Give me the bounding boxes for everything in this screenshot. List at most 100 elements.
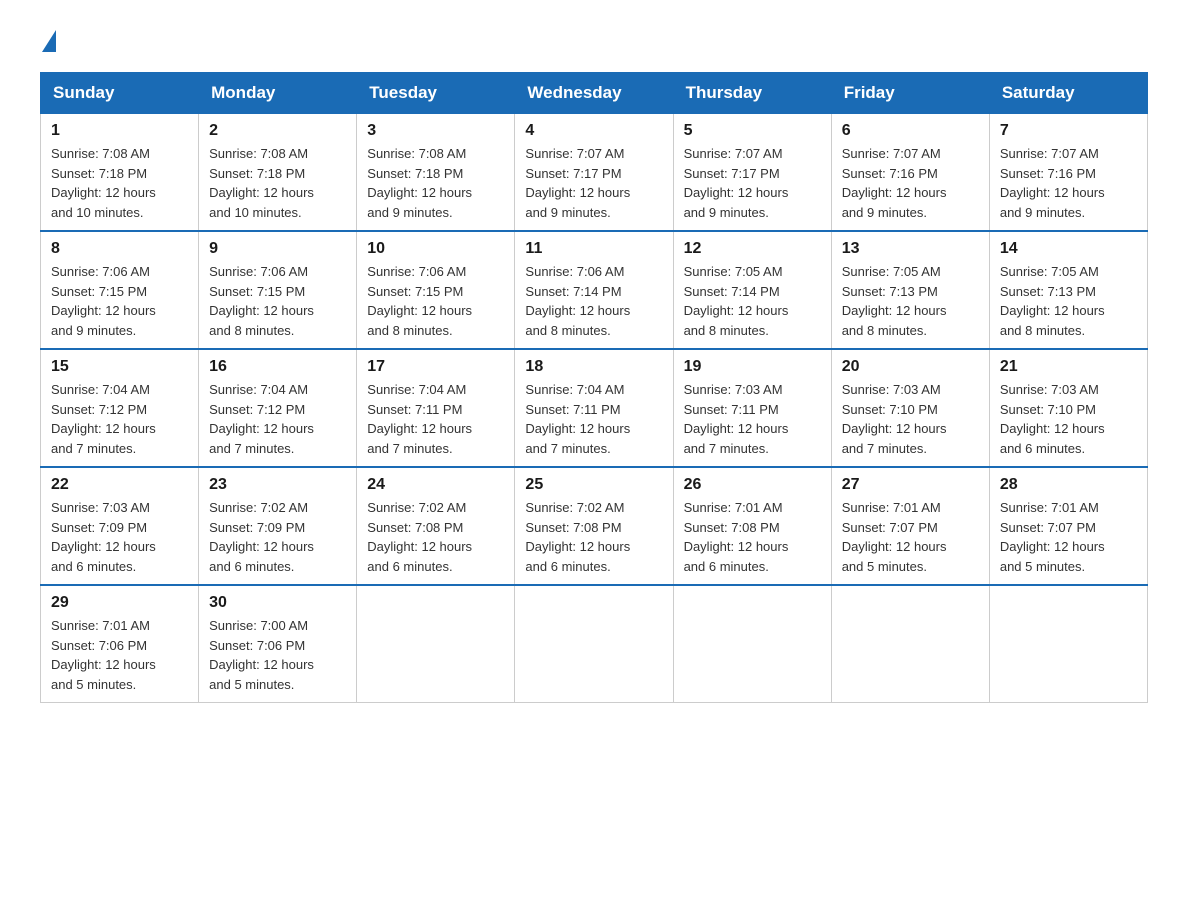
day-number: 3 — [367, 122, 504, 140]
day-info: Sunrise: 7:07 AMSunset: 7:16 PMDaylight:… — [1000, 144, 1137, 222]
day-info: Sunrise: 7:05 AMSunset: 7:13 PMDaylight:… — [1000, 262, 1137, 340]
calendar-cell: 29 Sunrise: 7:01 AMSunset: 7:06 PMDayligh… — [41, 585, 199, 703]
day-number: 9 — [209, 240, 346, 258]
calendar-table: SundayMondayTuesdayWednesdayThursdayFrid… — [40, 72, 1148, 703]
day-number: 12 — [684, 240, 821, 258]
calendar-cell: 17 Sunrise: 7:04 AMSunset: 7:11 PMDayligh… — [357, 349, 515, 467]
calendar-cell: 3 Sunrise: 7:08 AMSunset: 7:18 PMDaylight… — [357, 114, 515, 232]
calendar-cell — [357, 585, 515, 703]
day-info: Sunrise: 7:04 AMSunset: 7:12 PMDaylight:… — [51, 380, 188, 458]
weekday-header-saturday: Saturday — [989, 73, 1147, 114]
weekday-header-friday: Friday — [831, 73, 989, 114]
day-info: Sunrise: 7:03 AMSunset: 7:09 PMDaylight:… — [51, 498, 188, 576]
calendar-cell: 26 Sunrise: 7:01 AMSunset: 7:08 PMDayligh… — [673, 467, 831, 585]
day-number: 16 — [209, 358, 346, 376]
calendar-week-row-4: 22 Sunrise: 7:03 AMSunset: 7:09 PMDayligh… — [41, 467, 1148, 585]
day-number: 26 — [684, 476, 821, 494]
day-info: Sunrise: 7:06 AMSunset: 7:14 PMDaylight:… — [525, 262, 662, 340]
logo — [40, 30, 58, 52]
day-info: Sunrise: 7:02 AMSunset: 7:09 PMDaylight:… — [209, 498, 346, 576]
day-info: Sunrise: 7:03 AMSunset: 7:11 PMDaylight:… — [684, 380, 821, 458]
day-number: 5 — [684, 122, 821, 140]
day-number: 28 — [1000, 476, 1137, 494]
calendar-week-row-3: 15 Sunrise: 7:04 AMSunset: 7:12 PMDayligh… — [41, 349, 1148, 467]
weekday-header-wednesday: Wednesday — [515, 73, 673, 114]
day-info: Sunrise: 7:02 AMSunset: 7:08 PMDaylight:… — [367, 498, 504, 576]
day-number: 22 — [51, 476, 188, 494]
calendar-cell: 7 Sunrise: 7:07 AMSunset: 7:16 PMDaylight… — [989, 114, 1147, 232]
day-number: 30 — [209, 594, 346, 612]
calendar-cell: 12Sunrise: 7:05 AMSunset: 7:14 PMDayligh… — [673, 231, 831, 349]
weekday-header-thursday: Thursday — [673, 73, 831, 114]
day-info: Sunrise: 7:05 AMSunset: 7:13 PMDaylight:… — [842, 262, 979, 340]
day-number: 19 — [684, 358, 821, 376]
day-number: 8 — [51, 240, 188, 258]
day-number: 29 — [51, 594, 188, 612]
calendar-cell: 5 Sunrise: 7:07 AMSunset: 7:17 PMDaylight… — [673, 114, 831, 232]
calendar-cell: 1 Sunrise: 7:08 AMSunset: 7:18 PMDaylight… — [41, 114, 199, 232]
calendar-week-row-5: 29 Sunrise: 7:01 AMSunset: 7:06 PMDayligh… — [41, 585, 1148, 703]
day-number: 23 — [209, 476, 346, 494]
day-number: 14 — [1000, 240, 1137, 258]
calendar-cell: 19 Sunrise: 7:03 AMSunset: 7:11 PMDayligh… — [673, 349, 831, 467]
calendar-cell: 4Sunrise: 7:07 AMSunset: 7:17 PMDaylight… — [515, 114, 673, 232]
day-number: 7 — [1000, 122, 1137, 140]
day-info: Sunrise: 7:08 AMSunset: 7:18 PMDaylight:… — [51, 144, 188, 222]
day-number: 13 — [842, 240, 979, 258]
calendar-cell — [673, 585, 831, 703]
weekday-header-sunday: Sunday — [41, 73, 199, 114]
day-info: Sunrise: 7:00 AMSunset: 7:06 PMDaylight:… — [209, 616, 346, 694]
day-number: 17 — [367, 358, 504, 376]
calendar-cell: 2Sunrise: 7:08 AMSunset: 7:18 PMDaylight… — [199, 114, 357, 232]
day-info: Sunrise: 7:06 AMSunset: 7:15 PMDaylight:… — [209, 262, 346, 340]
calendar-cell: 28 Sunrise: 7:01 AMSunset: 7:07 PMDayligh… — [989, 467, 1147, 585]
calendar-cell: 16Sunrise: 7:04 AMSunset: 7:12 PMDayligh… — [199, 349, 357, 467]
day-info: Sunrise: 7:06 AMSunset: 7:15 PMDaylight:… — [367, 262, 504, 340]
calendar-cell — [831, 585, 989, 703]
calendar-cell — [989, 585, 1147, 703]
day-number: 24 — [367, 476, 504, 494]
day-info: Sunrise: 7:01 AMSunset: 7:08 PMDaylight:… — [684, 498, 821, 576]
day-info: Sunrise: 7:03 AMSunset: 7:10 PMDaylight:… — [842, 380, 979, 458]
day-info: Sunrise: 7:08 AMSunset: 7:18 PMDaylight:… — [209, 144, 346, 222]
day-info: Sunrise: 7:07 AMSunset: 7:16 PMDaylight:… — [842, 144, 979, 222]
calendar-cell: 25 Sunrise: 7:02 AMSunset: 7:08 PMDayligh… — [515, 467, 673, 585]
day-info: Sunrise: 7:01 AMSunset: 7:06 PMDaylight:… — [51, 616, 188, 694]
calendar-cell: 27 Sunrise: 7:01 AMSunset: 7:07 PMDayligh… — [831, 467, 989, 585]
day-info: Sunrise: 7:03 AMSunset: 7:10 PMDaylight:… — [1000, 380, 1137, 458]
day-info: Sunrise: 7:04 AMSunset: 7:11 PMDaylight:… — [525, 380, 662, 458]
day-info: Sunrise: 7:07 AMSunset: 7:17 PMDaylight:… — [684, 144, 821, 222]
day-info: Sunrise: 7:08 AMSunset: 7:18 PMDaylight:… — [367, 144, 504, 222]
day-number: 4 — [525, 122, 662, 140]
day-number: 1 — [51, 122, 188, 140]
day-number: 20 — [842, 358, 979, 376]
calendar-cell: 15 Sunrise: 7:04 AMSunset: 7:12 PMDayligh… — [41, 349, 199, 467]
day-info: Sunrise: 7:01 AMSunset: 7:07 PMDaylight:… — [1000, 498, 1137, 576]
day-number: 25 — [525, 476, 662, 494]
calendar-cell — [515, 585, 673, 703]
day-number: 10 — [367, 240, 504, 258]
day-number: 6 — [842, 122, 979, 140]
calendar-cell: 24 Sunrise: 7:02 AMSunset: 7:08 PMDayligh… — [357, 467, 515, 585]
calendar-cell: 22 Sunrise: 7:03 AMSunset: 7:09 PMDayligh… — [41, 467, 199, 585]
calendar-cell: 14 Sunrise: 7:05 AMSunset: 7:13 PMDayligh… — [989, 231, 1147, 349]
calendar-cell: 18 Sunrise: 7:04 AMSunset: 7:11 PMDayligh… — [515, 349, 673, 467]
weekday-header-tuesday: Tuesday — [357, 73, 515, 114]
day-number: 15 — [51, 358, 188, 376]
calendar-cell: 6 Sunrise: 7:07 AMSunset: 7:16 PMDaylight… — [831, 114, 989, 232]
calendar-cell: 21Sunrise: 7:03 AMSunset: 7:10 PMDayligh… — [989, 349, 1147, 467]
weekday-header-monday: Monday — [199, 73, 357, 114]
calendar-cell: 13 Sunrise: 7:05 AMSunset: 7:13 PMDayligh… — [831, 231, 989, 349]
day-info: Sunrise: 7:02 AMSunset: 7:08 PMDaylight:… — [525, 498, 662, 576]
calendar-cell: 23 Sunrise: 7:02 AMSunset: 7:09 PMDayligh… — [199, 467, 357, 585]
day-number: 11 — [525, 240, 662, 258]
calendar-cell: 8Sunrise: 7:06 AMSunset: 7:15 PMDaylight… — [41, 231, 199, 349]
logo-triangle-icon — [42, 30, 56, 52]
calendar-cell: 9 Sunrise: 7:06 AMSunset: 7:15 PMDaylight… — [199, 231, 357, 349]
day-info: Sunrise: 7:01 AMSunset: 7:07 PMDaylight:… — [842, 498, 979, 576]
calendar-cell: 30 Sunrise: 7:00 AMSunset: 7:06 PMDayligh… — [199, 585, 357, 703]
page-header — [40, 30, 1148, 52]
day-number: 27 — [842, 476, 979, 494]
day-info: Sunrise: 7:04 AMSunset: 7:11 PMDaylight:… — [367, 380, 504, 458]
day-number: 18 — [525, 358, 662, 376]
